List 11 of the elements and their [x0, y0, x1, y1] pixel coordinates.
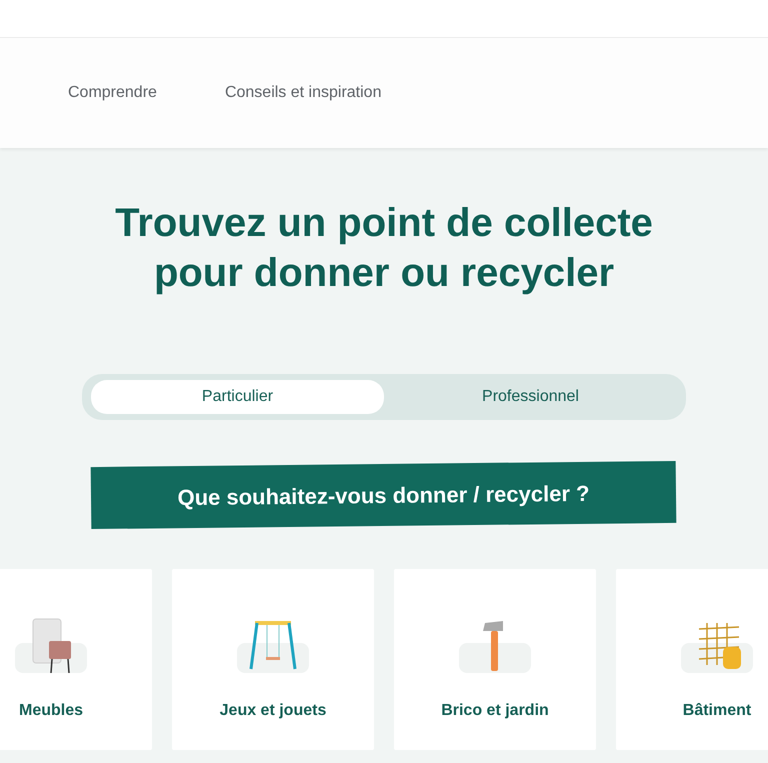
- category-card[interactable]: Meubles: [0, 569, 152, 750]
- category-card[interactable]: Jeux et jouets: [172, 569, 374, 750]
- category-card[interactable]: Bâtiment: [616, 569, 768, 750]
- furniture-icon: [15, 617, 87, 673]
- audience-tab[interactable]: Particulier: [91, 380, 384, 414]
- page-title: Trouvez un point de collecte pour donner ou recycler: [114, 200, 654, 297]
- nav-link[interactable]: Conseils et inspiration: [224, 81, 382, 105]
- nav-link[interactable]: Comprendre: [68, 81, 157, 105]
- category-card[interactable]: Brico et jardin: [394, 569, 596, 750]
- question-banner: Que souhaitez-vous donner / recycler ?: [90, 460, 676, 530]
- audience-tab[interactable]: Professionnel: [384, 380, 677, 414]
